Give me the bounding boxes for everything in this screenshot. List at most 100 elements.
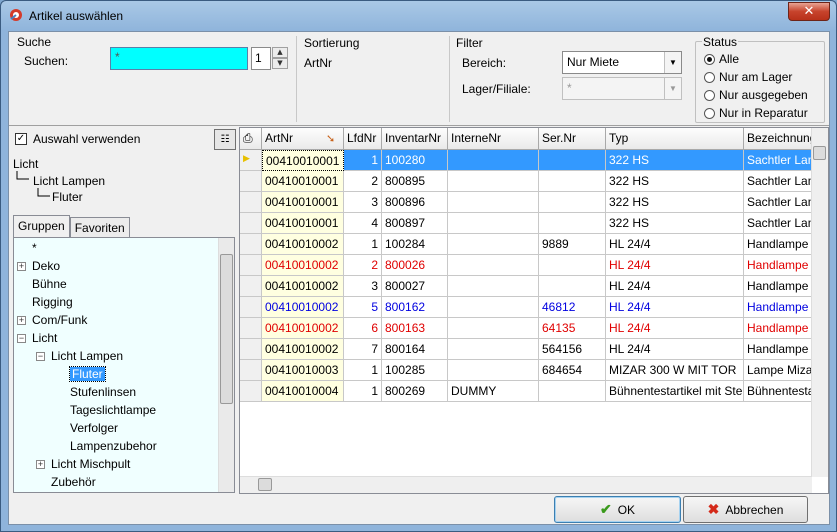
chevron-down-icon[interactable]: ▼ xyxy=(664,78,681,99)
tree-scroll-thumb[interactable] xyxy=(220,254,233,404)
row-indicator[interactable] xyxy=(240,234,262,255)
table-row[interactable]: 00410010002 2 800026 HL 24/4 Handlampe xyxy=(240,255,814,276)
status-radio-lager[interactable]: Nur am Lager xyxy=(704,70,792,84)
table-cell: 00410010002 xyxy=(262,255,344,276)
row-indicator[interactable] xyxy=(240,255,262,276)
collapse-icon[interactable]: − xyxy=(36,352,45,361)
table-cell: 00410010002 xyxy=(262,339,344,360)
column-header[interactable]: LfdNr xyxy=(344,128,382,150)
tree-scrollbar[interactable] xyxy=(218,238,234,492)
stepper-down-icon[interactable]: ▼ xyxy=(272,58,288,69)
tree-item[interactable]: + Deko xyxy=(14,258,214,276)
tree-item[interactable]: − Licht Lampen xyxy=(14,348,214,366)
table-row[interactable]: 00410010002 1 100284 9889 HL 24/4 Handlampe xyxy=(240,234,814,255)
radio-icon[interactable] xyxy=(704,53,715,65)
tree-item[interactable]: Bühne xyxy=(14,276,214,294)
table-cell: 00410010003 xyxy=(262,360,344,381)
tree-item[interactable]: Rigging xyxy=(14,294,214,312)
search-count-field[interactable]: 1 xyxy=(251,47,271,70)
column-header[interactable]: Typ xyxy=(606,128,744,150)
table-cell xyxy=(539,171,606,192)
row-pointer-icon[interactable]: ▶ xyxy=(240,150,262,171)
expand-icon[interactable]: + xyxy=(17,262,26,271)
status-radio-reparatur[interactable]: Nur in Reparatur xyxy=(704,106,808,120)
tree-item[interactable]: + Licht Mischpult xyxy=(14,456,214,474)
row-indicator[interactable] xyxy=(240,276,262,297)
table-row[interactable]: ▶004100100011100280 322 HSSachtler Lampe xyxy=(240,150,814,171)
bereich-select[interactable]: Nur Miete ▼ xyxy=(562,51,682,74)
table-cell xyxy=(539,150,606,171)
tree-item[interactable]: − Licht xyxy=(14,330,214,348)
row-indicator[interactable] xyxy=(240,297,262,318)
tab-gruppen[interactable]: Gruppen xyxy=(13,215,70,237)
radio-icon[interactable] xyxy=(704,71,715,83)
grid-vscroll-thumb[interactable] xyxy=(813,146,826,160)
status-radio-alle[interactable]: Alle xyxy=(704,52,739,66)
title-bar[interactable]: Artikel auswählen ✕ xyxy=(1,1,836,31)
table-row[interactable]: 00410010003 1 100285 684654 MIZAR 300 W MIT … xyxy=(240,360,814,381)
table-cell: 46812 xyxy=(539,297,606,318)
row-indicator[interactable] xyxy=(240,192,262,213)
tree-item[interactable]: Stufenlinsen xyxy=(14,384,214,402)
radio-icon[interactable] xyxy=(704,107,715,119)
column-header[interactable]: InventarNr xyxy=(382,128,448,150)
tree-item[interactable]: * xyxy=(14,240,214,258)
collapse-icon[interactable]: − xyxy=(17,334,26,343)
grid-body: ▶004100100011100280322 HSSachtler Lampe0… xyxy=(240,150,814,402)
expand-icon[interactable]: + xyxy=(36,460,45,469)
tree-item[interactable]: Zubehör xyxy=(14,474,214,492)
column-header[interactable]: Bezeichnung xyxy=(744,128,814,150)
grid-hscroll-thumb[interactable] xyxy=(258,478,272,491)
table-cell: Bühnentestartikel xyxy=(744,381,814,402)
tree-item-label: Zubehör xyxy=(51,475,96,489)
chevron-down-icon[interactable]: ▼ xyxy=(664,52,681,73)
window-title: Artikel auswählen xyxy=(29,9,124,23)
status-radio-ausgegeben[interactable]: Nur ausgegeben xyxy=(704,88,808,102)
tree-item[interactable]: Verfolger xyxy=(14,420,214,438)
search-count-stepper[interactable]: ▲ ▼ xyxy=(272,47,288,70)
row-indicator[interactable] xyxy=(240,360,262,381)
table-cell: 3 xyxy=(344,276,382,297)
lager-select[interactable]: * ▼ xyxy=(562,77,682,100)
table-row[interactable]: 00410010002 3 800027 HL 24/4 Handlampe xyxy=(240,276,814,297)
tree-options-button[interactable]: ☷ xyxy=(214,129,236,150)
table-cell xyxy=(448,276,539,297)
table-cell: Handlampe xyxy=(744,297,814,318)
table-cell: 00410010001 xyxy=(262,150,344,171)
table-row[interactable]: 00410010002 7 800164 564156 HL 24/4 Handlampe xyxy=(240,339,814,360)
search-input[interactable]: * xyxy=(110,47,248,70)
table-row[interactable]: 00410010002 6 800163 64135 HL 24/4 Handlampe xyxy=(240,318,814,339)
table-row[interactable]: 00410010002 5 800162 46812 HL 24/4 Handlampe xyxy=(240,297,814,318)
row-indicator[interactable] xyxy=(240,171,262,192)
stepper-up-icon[interactable]: ▲ xyxy=(272,47,288,58)
sort-value: ArtNr xyxy=(304,56,332,70)
column-header[interactable]: InterneNr xyxy=(448,128,539,150)
use-selection-checkbox[interactable]: ✓ xyxy=(15,133,27,145)
row-indicator[interactable] xyxy=(240,381,262,402)
print-icon[interactable]: ⎙ xyxy=(240,128,262,150)
expand-icon[interactable]: + xyxy=(17,316,26,325)
cancel-button[interactable]: ✖ Abbrechen xyxy=(683,496,808,523)
grid-vertical-scrollbar[interactable] xyxy=(811,128,828,477)
table-row[interactable]: 004100100012800895 322 HSSachtler Lampe xyxy=(240,171,814,192)
radio-icon[interactable] xyxy=(704,89,715,101)
table-row[interactable]: 00410010004 1 800269 DUMMY Bühnentestartikel… xyxy=(240,381,814,402)
group-tree: * + Deko Bühne Rigging + Com/Funk − Licht − Licht … xyxy=(13,237,235,493)
grid-horizontal-scrollbar[interactable] xyxy=(240,476,812,493)
row-indicator[interactable] xyxy=(240,213,262,234)
table-row[interactable]: 004100100014800897 322 HSSachtler Lampe xyxy=(240,213,814,234)
row-indicator[interactable] xyxy=(240,339,262,360)
row-indicator[interactable] xyxy=(240,318,262,339)
column-header[interactable]: Ser.Nr xyxy=(539,128,606,150)
tree-item-label: Com/Funk xyxy=(32,313,88,327)
tree-item[interactable]: Tageslichtlampe xyxy=(14,402,214,420)
tab-favoriten[interactable]: Favoriten xyxy=(69,217,130,237)
tree-item[interactable]: Fluter xyxy=(14,366,214,384)
table-cell: 00410010002 xyxy=(262,234,344,255)
tree-item[interactable]: Lampenzubehor xyxy=(14,438,214,456)
ok-button[interactable]: ✔ OK xyxy=(554,496,681,523)
tree-item[interactable]: + Com/Funk xyxy=(14,312,214,330)
divider xyxy=(296,36,297,122)
close-button[interactable]: ✕ xyxy=(788,2,830,21)
table-row[interactable]: 004100100013800896 322 HSSachtler Lampe xyxy=(240,192,814,213)
